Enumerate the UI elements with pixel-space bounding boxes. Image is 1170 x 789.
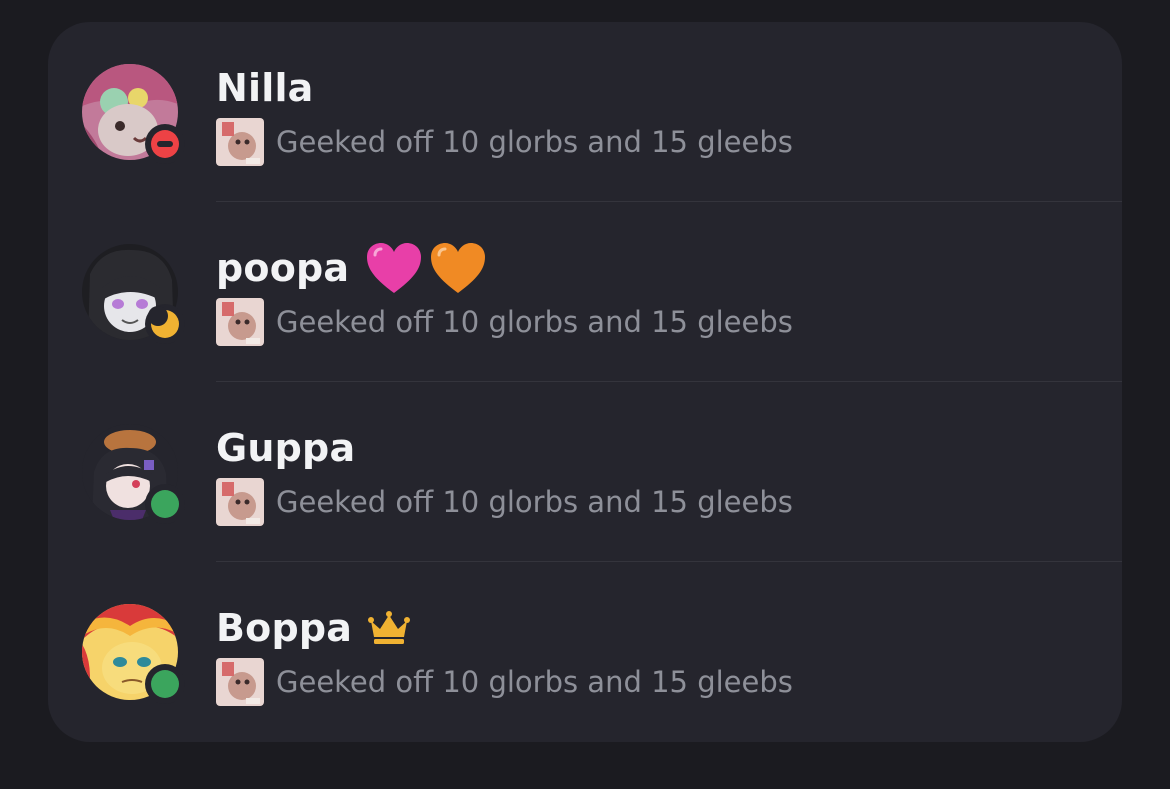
crown-icon <box>368 611 411 644</box>
do-not-disturb-icon <box>151 130 179 158</box>
member-row-boppa[interactable]: Boppa Geeked off 10 glorbs and 15 gleebs <box>48 562 1122 742</box>
activity-image-icon <box>216 118 264 166</box>
member-row-nilla[interactable]: Nilla Geeked off 10 glorbs and 15 gleebs <box>48 22 1122 202</box>
name-line: Guppa <box>216 422 355 474</box>
avatar-container[interactable] <box>82 424 185 524</box>
avatar-container[interactable] <box>82 64 185 164</box>
activity-image-icon <box>216 658 264 706</box>
avatar-container[interactable] <box>82 604 185 704</box>
name-badges <box>365 241 487 295</box>
member-row-guppa[interactable]: Guppa Geeked off 10 glorbs and 15 gleebs <box>48 382 1122 562</box>
pink-heart-icon <box>367 243 422 293</box>
avatar-container[interactable] <box>82 244 185 344</box>
name-line: Boppa <box>216 602 411 654</box>
member-name[interactable]: Guppa <box>216 426 355 470</box>
member-name[interactable]: poopa <box>216 246 349 290</box>
activity-text: Geeked off 10 glorbs and 15 gleebs <box>276 125 793 159</box>
member-list-card: Nilla Geeked off 10 glorbs and 15 gleebs <box>48 22 1122 742</box>
activity-text: Geeked off 10 glorbs and 15 gleebs <box>276 485 793 519</box>
name-line: Nilla <box>216 62 314 114</box>
activity-image-icon <box>216 298 264 346</box>
activity-text: Geeked off 10 glorbs and 15 gleebs <box>276 665 793 699</box>
activity-line: Geeked off 10 glorbs and 15 gleebs <box>216 658 793 706</box>
activity-text: Geeked off 10 glorbs and 15 gleebs <box>276 305 793 339</box>
member-row-poopa[interactable]: poopa Geeked off 10 glorbs and 15 gleebs <box>48 202 1122 382</box>
activity-line: Geeked off 10 glorbs and 15 gleebs <box>216 298 793 346</box>
idle-moon-icon <box>148 306 179 338</box>
orange-heart-icon <box>431 243 486 293</box>
activity-image-icon <box>216 478 264 526</box>
activity-line: Geeked off 10 glorbs and 15 gleebs <box>216 118 793 166</box>
online-dot-icon <box>151 490 179 518</box>
status-indicator <box>145 304 185 344</box>
activity-line: Geeked off 10 glorbs and 15 gleebs <box>216 478 793 526</box>
status-indicator <box>145 484 185 524</box>
member-name[interactable]: Nilla <box>216 66 314 110</box>
status-indicator <box>145 664 185 704</box>
member-name[interactable]: Boppa <box>216 606 352 650</box>
online-dot-icon <box>151 670 179 698</box>
name-line: poopa <box>216 242 487 294</box>
name-badges <box>368 611 411 645</box>
status-indicator <box>145 124 185 164</box>
